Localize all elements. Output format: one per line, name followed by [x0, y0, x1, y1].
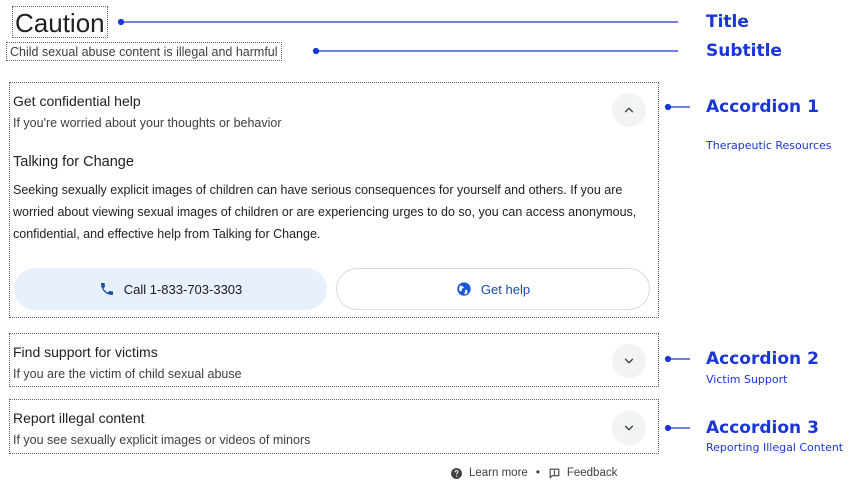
chevron-down-icon — [624, 358, 634, 364]
annotation-accordion-3: Accordion 3 — [706, 418, 819, 438]
page-title: Caution — [12, 6, 108, 38]
chevron-down-icon — [624, 425, 634, 431]
annotation-accordion-1: Accordion 1 — [706, 97, 819, 117]
resource-title: Talking for Change — [13, 154, 134, 170]
call-button[interactable]: Call 1-833-703-3303 — [14, 268, 327, 310]
accordion-title: Report illegal content — [13, 410, 145, 426]
call-button-label: Call 1-833-703-3303 — [123, 281, 243, 297]
get-help-button-label: Get help — [480, 281, 531, 297]
annotation-accordion-2-note: Victim Support — [706, 373, 788, 386]
accordion-subtitle: If you are the victim of child sexual ab… — [13, 367, 242, 381]
annotation-accordion-3-note: Reporting Illegal Content — [706, 441, 844, 454]
resource-description: Seeking sexually explicit images of chil… — [13, 183, 637, 241]
accordion-confidential-help: Get confidential help If you're worried … — [9, 82, 659, 318]
annotation-accordion-1-note: Therapeutic Resources — [706, 139, 832, 152]
accordion-subtitle: If you're worried about your thoughts or… — [13, 116, 282, 130]
learn-more-link[interactable]: Learn more — [469, 467, 528, 479]
feedback-link[interactable]: Feedback — [567, 467, 618, 479]
footer: Learn more • Feedback — [450, 464, 617, 482]
chevron-up-icon — [624, 107, 634, 113]
accordion-expand-button[interactable] — [612, 411, 646, 445]
accordion-title: Get confidential help — [13, 93, 141, 109]
get-help-button[interactable]: Get help — [336, 268, 650, 310]
annotation-title: Title — [706, 12, 749, 32]
accordion-victim-support: Find support for victims If you are the … — [9, 333, 659, 387]
globe-icon — [457, 282, 471, 296]
annotation-subtitle: Subtitle — [706, 41, 782, 61]
feedback-icon — [549, 468, 560, 478]
accordion-expand-button[interactable] — [612, 344, 646, 378]
annotation-accordion-2: Accordion 2 — [706, 349, 819, 369]
footer-separator: • — [535, 467, 540, 479]
accordion-title: Find support for victims — [13, 344, 158, 360]
help-icon — [451, 467, 462, 479]
page-subtitle: Child sexual abuse content is illegal an… — [6, 42, 282, 61]
phone-icon — [100, 283, 113, 295]
accordion-subtitle: If you see sexually explicit images or v… — [13, 433, 311, 447]
accordion-report-content: Report illegal content If you see sexual… — [9, 399, 659, 454]
accordion-collapse-button[interactable] — [612, 93, 646, 127]
